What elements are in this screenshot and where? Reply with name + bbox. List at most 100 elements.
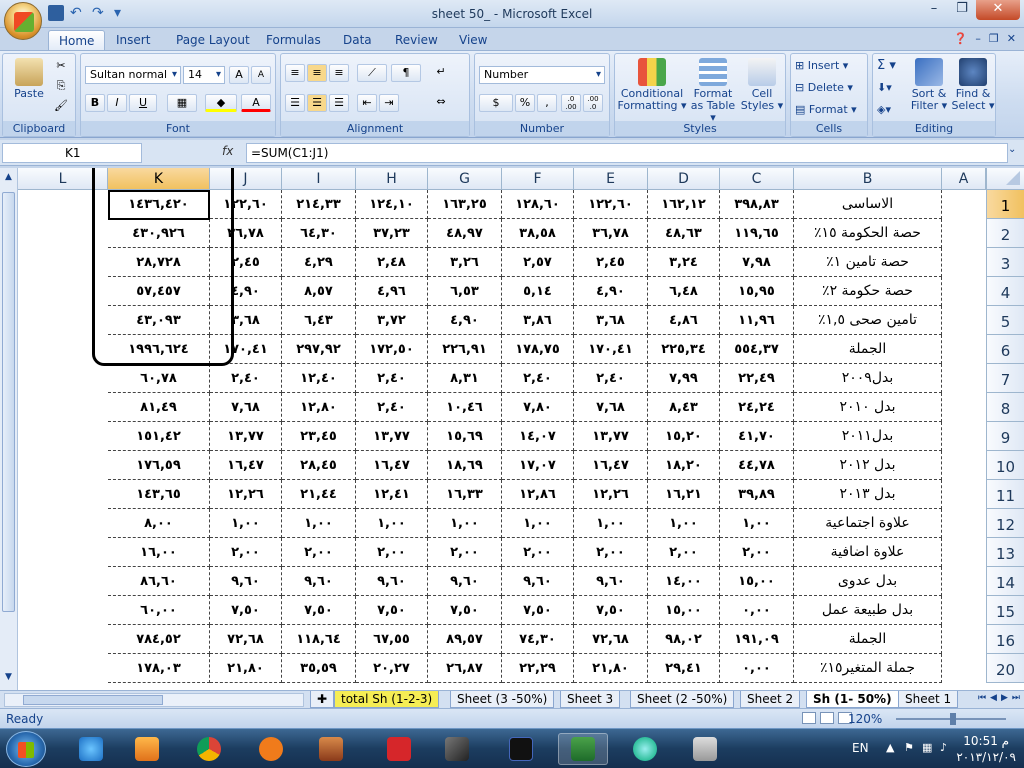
cell-c2[interactable]: ١١٩,٦٥ bbox=[720, 219, 794, 248]
row-header-12[interactable]: 12 bbox=[986, 509, 1024, 538]
cell-i3[interactable]: ٤,٢٩ bbox=[282, 248, 356, 277]
format-as-table-button[interactable]: Format as Table ▾ bbox=[687, 58, 739, 124]
cell-j2[interactable]: ٣٦,٧٨ bbox=[210, 219, 282, 248]
align-left-button[interactable]: ☰ bbox=[285, 94, 305, 112]
row-header-16[interactable]: 16 bbox=[986, 625, 1024, 654]
scroll-up-icon[interactable]: ▲ bbox=[2, 172, 15, 186]
prev-sheet-icon[interactable]: ◀ bbox=[990, 693, 997, 703]
cell-i16[interactable]: ١١٨,٦٤ bbox=[282, 625, 356, 654]
fill-button[interactable]: ⬇▾ bbox=[877, 82, 892, 94]
row-header-9[interactable]: 9 bbox=[986, 422, 1024, 451]
align-center-button[interactable]: ☰ bbox=[307, 94, 327, 112]
cell-c1[interactable]: ٣٩٨,٨٣ bbox=[720, 190, 794, 219]
cell-k4[interactable]: ٥٧,٤٥٧ bbox=[108, 277, 210, 306]
tab-formulas[interactable]: Formulas bbox=[256, 30, 331, 50]
cell-d11[interactable]: ١٦,٢١ bbox=[648, 480, 720, 509]
cell-e1[interactable]: ١٢٢,٦٠ bbox=[574, 190, 648, 219]
row-header-4[interactable]: 4 bbox=[986, 277, 1024, 306]
column-header-d[interactable]: D bbox=[648, 168, 720, 190]
hscroll-thumb[interactable] bbox=[23, 695, 163, 705]
cell-c4[interactable]: ١٥,٩٥ bbox=[720, 277, 794, 306]
cell-g11[interactable]: ١٦,٣٣ bbox=[428, 480, 502, 509]
tab-data[interactable]: Data bbox=[333, 30, 382, 50]
cell-h5[interactable]: ٣,٧٢ bbox=[356, 306, 428, 335]
name-box[interactable]: K1 bbox=[2, 143, 142, 163]
borders-button[interactable]: ▦ bbox=[167, 94, 197, 112]
start-button[interactable] bbox=[6, 731, 46, 767]
cell-f1[interactable]: ١٢٨,٦٠ bbox=[502, 190, 574, 219]
row-header-7[interactable]: 7 bbox=[986, 364, 1024, 393]
zoom-level[interactable]: 120% bbox=[848, 712, 882, 726]
cell-k15[interactable]: ٦٠,٠٠ bbox=[108, 596, 210, 625]
cell-e11[interactable]: ١٢,٢٦ bbox=[574, 480, 648, 509]
taskbar-app-5[interactable] bbox=[306, 733, 356, 765]
cell-k2[interactable]: ٤٣٠,٩٢٦ bbox=[108, 219, 210, 248]
cell-d16[interactable]: ٩٨,٠٢ bbox=[648, 625, 720, 654]
decrease-indent-button[interactable]: ⇤ bbox=[357, 94, 377, 112]
cell-e16[interactable]: ٧٢,٦٨ bbox=[574, 625, 648, 654]
row-header-3[interactable]: 3 bbox=[986, 248, 1024, 277]
cell-c6[interactable]: ٥٥٤,٣٧ bbox=[720, 335, 794, 364]
cell-k16[interactable]: ٧٨٤,٥٢ bbox=[108, 625, 210, 654]
vertical-scrollbar[interactable]: ▲ ▼ bbox=[0, 168, 18, 690]
cell-c13[interactable]: ٢,٠٠ bbox=[720, 538, 794, 567]
cell-f6[interactable]: ١٧٨,٧٥ bbox=[502, 335, 574, 364]
ribbon-minimize-icon[interactable]: – bbox=[975, 32, 981, 45]
cell-j3[interactable]: ٢,٤٥ bbox=[210, 248, 282, 277]
cell-j6[interactable]: ١٧٠,٤١ bbox=[210, 335, 282, 364]
cell-g20[interactable]: ٢٦,٨٧ bbox=[428, 654, 502, 683]
fill-color-button[interactable]: ◆ bbox=[205, 94, 237, 112]
cell-j5[interactable]: ٣,٦٨ bbox=[210, 306, 282, 335]
cell-i6[interactable]: ٢٩٧,٩٢ bbox=[282, 335, 356, 364]
help-icon[interactable]: ❓ bbox=[954, 32, 968, 45]
sheet-tab-3-50[interactable]: Sheet (3 -50%) bbox=[450, 691, 555, 708]
cell-k3[interactable]: ٢٨,٧٢٨ bbox=[108, 248, 210, 277]
delete-cells-button[interactable]: ⊟ Delete ▾ bbox=[795, 82, 853, 94]
sheet-tab-1[interactable]: Sheet 1 bbox=[898, 691, 959, 708]
spreadsheet-grid[interactable]: L K J I H G F E D C B A 1 ١٤٣٦,٤٢٠ ١٢٢,٦٠ ٢١٤,٣٣ ١٢٤,١٠ ١… bbox=[18, 168, 1024, 690]
cell-g8[interactable]: ١٠,٤٦ bbox=[428, 393, 502, 422]
paste-button[interactable]: Paste bbox=[9, 58, 49, 100]
cell-b13[interactable]: علاوة اضافية bbox=[794, 538, 942, 567]
cell-i20[interactable]: ٣٥,٥٩ bbox=[282, 654, 356, 683]
cell-d14[interactable]: ١٤,٠٠ bbox=[648, 567, 720, 596]
cell-k8[interactable]: ٨١,٤٩ bbox=[108, 393, 210, 422]
cell-h9[interactable]: ١٣,٧٧ bbox=[356, 422, 428, 451]
orientation-button[interactable]: ⟋ bbox=[357, 64, 387, 82]
language-indicator[interactable]: EN bbox=[852, 741, 869, 755]
cell-d1[interactable]: ١٦٢,١٢ bbox=[648, 190, 720, 219]
cell-h8[interactable]: ٢,٤٠ bbox=[356, 393, 428, 422]
cell-b10[interactable]: بدل ٢٠١٢ bbox=[794, 451, 942, 480]
cell-e10[interactable]: ١٦,٤٧ bbox=[574, 451, 648, 480]
cell-f14[interactable]: ٩,٦٠ bbox=[502, 567, 574, 596]
cell-b16[interactable]: الجملة bbox=[794, 625, 942, 654]
cell-k1[interactable]: ١٤٣٦,٤٢٠ bbox=[108, 190, 210, 219]
cell-f8[interactable]: ٧,٨٠ bbox=[502, 393, 574, 422]
cell-i8[interactable]: ١٢,٨٠ bbox=[282, 393, 356, 422]
cell-e15[interactable]: ٧,٥٠ bbox=[574, 596, 648, 625]
cell-d13[interactable]: ٢,٠٠ bbox=[648, 538, 720, 567]
cell-h13[interactable]: ٢,٠٠ bbox=[356, 538, 428, 567]
sheet-tab-2-50[interactable]: Sheet (2 -50%) bbox=[630, 691, 735, 708]
cell-k11[interactable]: ١٤٣,٦٥ bbox=[108, 480, 210, 509]
format-painter-icon[interactable]: 🖌 bbox=[51, 98, 71, 116]
next-sheet-icon[interactable]: ▶ bbox=[1001, 693, 1008, 703]
taskbar-excel[interactable] bbox=[558, 733, 608, 765]
taskbar-calculator[interactable] bbox=[680, 733, 730, 765]
tab-page-layout[interactable]: Page Layout bbox=[166, 30, 260, 50]
sort-filter-button[interactable]: Sort & Filter ▾ bbox=[907, 58, 951, 112]
page-layout-view-icon[interactable] bbox=[820, 712, 834, 724]
cell-j14[interactable]: ٩,٦٠ bbox=[210, 567, 282, 596]
volume-icon[interactable]: ♪ bbox=[940, 741, 952, 754]
cell-h20[interactable]: ٢٠,٢٧ bbox=[356, 654, 428, 683]
cell-d8[interactable]: ٨,٤٣ bbox=[648, 393, 720, 422]
cell-d15[interactable]: ١٥,٠٠ bbox=[648, 596, 720, 625]
expand-formula-icon[interactable]: ⌄ bbox=[1008, 144, 1022, 162]
cell-b7[interactable]: بدل٢٠٠٩ bbox=[794, 364, 942, 393]
cell-e20[interactable]: ٢١,٨٠ bbox=[574, 654, 648, 683]
cell-i1[interactable]: ٢١٤,٣٣ bbox=[282, 190, 356, 219]
cell-e8[interactable]: ٧,٦٨ bbox=[574, 393, 648, 422]
tab-review[interactable]: Review bbox=[385, 30, 448, 50]
cell-f9[interactable]: ١٤,٠٧ bbox=[502, 422, 574, 451]
cell-g3[interactable]: ٣,٢٦ bbox=[428, 248, 502, 277]
